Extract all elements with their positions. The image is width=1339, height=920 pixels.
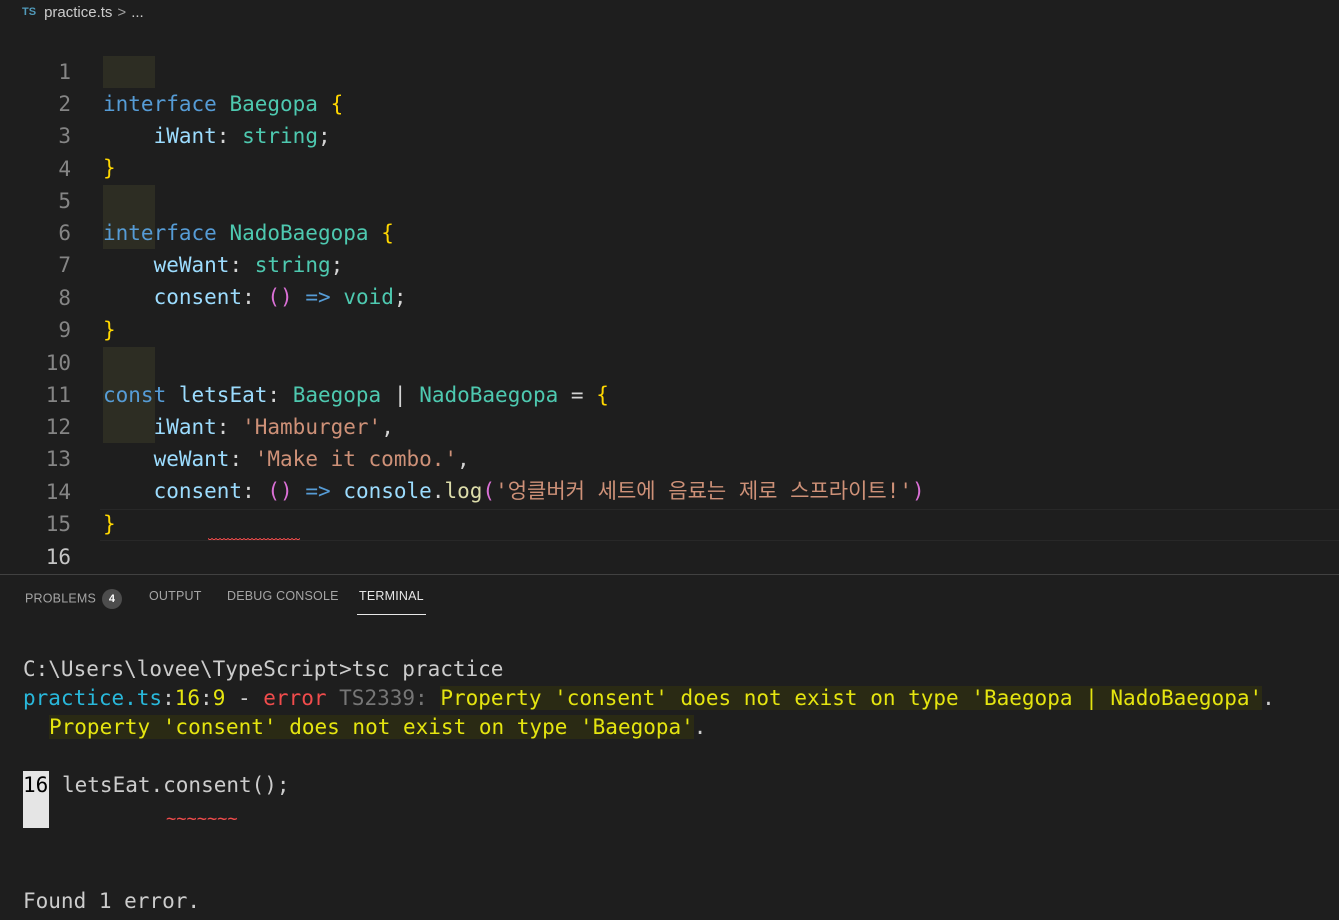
error-message: Property 'consent' does not exist on typ… xyxy=(440,686,1263,710)
tab-output[interactable]: OUTPUT xyxy=(149,589,202,603)
code-line: 7 consent: () => void; xyxy=(0,217,1339,309)
error-code: TS2339: xyxy=(339,686,428,710)
panel-tabs: PROBLEMS 4 OUTPUT DEBUG CONSOLE TERMINAL xyxy=(0,575,1339,619)
code-line: 6 weWant: string; xyxy=(0,185,1339,277)
code-line: 15 xyxy=(0,476,1339,536)
error-dash: - xyxy=(225,686,264,710)
code-line: 16 letsEat.consent(); xyxy=(0,509,1339,601)
terminal-prompt: C:\Users\lovee\TypeScript>tsc practice xyxy=(23,657,504,681)
code-line: 8 } xyxy=(0,250,1339,342)
error-sep: : xyxy=(200,686,213,710)
line-number: 16 xyxy=(45,545,71,569)
problems-count-badge: 4 xyxy=(102,589,123,609)
tab-terminal[interactable]: TERMINAL xyxy=(357,589,426,615)
error-sep: : xyxy=(162,686,175,710)
tab-label: PROBLEMS xyxy=(25,591,97,606)
code-line: 14 } xyxy=(0,444,1339,536)
error-word: error xyxy=(263,686,327,710)
error-file: practice.ts xyxy=(23,686,163,710)
tab-problems[interactable]: PROBLEMS 4 xyxy=(25,589,123,609)
terminal-summary: Found 1 error. xyxy=(23,889,201,913)
error-period: . xyxy=(693,715,707,739)
error-col-num: 9 xyxy=(212,686,226,710)
code-line: 12 weWant: 'Make it combo.', xyxy=(0,379,1339,471)
error-squiggle[interactable] xyxy=(208,537,300,541)
breadcrumb: TS practice.ts > ... xyxy=(0,0,1339,24)
error-period: . xyxy=(1262,686,1275,710)
terminal-error-squiggle: ~~~~~~~ xyxy=(166,809,238,829)
terminal-error-line: practice.ts:16:9 - error TS2339: Propert… xyxy=(23,684,1275,713)
breadcrumb-symbol[interactable]: ... xyxy=(131,4,144,21)
code-line: 1 interface Baegopa { xyxy=(0,24,1339,116)
code-line: 10 const letsEat: Baegopa | NadoBaegopa … xyxy=(0,315,1339,407)
code-line: 2 iWant: string; xyxy=(0,56,1339,148)
error-detail-message: Property 'consent' does not exist on typ… xyxy=(49,715,694,739)
breadcrumb-file[interactable]: practice.ts xyxy=(44,4,112,21)
error-line-num: 16 xyxy=(174,686,201,710)
code-line: 9 xyxy=(0,282,1339,342)
typescript-file-icon: TS xyxy=(22,6,37,18)
terminal-source-line: letsEat.consent(); xyxy=(62,773,290,797)
code-line: 13 consent: () => console.log('엉클버커 세트에 … xyxy=(0,411,1339,503)
bottom-panel: PROBLEMS 4 OUTPUT DEBUG CONSOLE TERMINAL … xyxy=(0,574,1339,920)
code-line: 4 xyxy=(0,121,1339,181)
code-line: 5 interface NadoBaegopa { xyxy=(0,153,1339,245)
terminal-error-detail: Property 'consent' does not exist on typ… xyxy=(49,713,706,742)
terminal-line-gutter: 16 xyxy=(23,771,49,828)
chevron-right-icon: > xyxy=(117,3,127,21)
code-line: 11 iWant: 'Hamburger', xyxy=(0,347,1339,439)
code-line: 3 } xyxy=(0,88,1339,180)
tab-debug-console[interactable]: DEBUG CONSOLE xyxy=(227,589,339,603)
code-editor[interactable]: 1 interface Baegopa { 2 iWant: string; 3… xyxy=(0,24,1339,601)
